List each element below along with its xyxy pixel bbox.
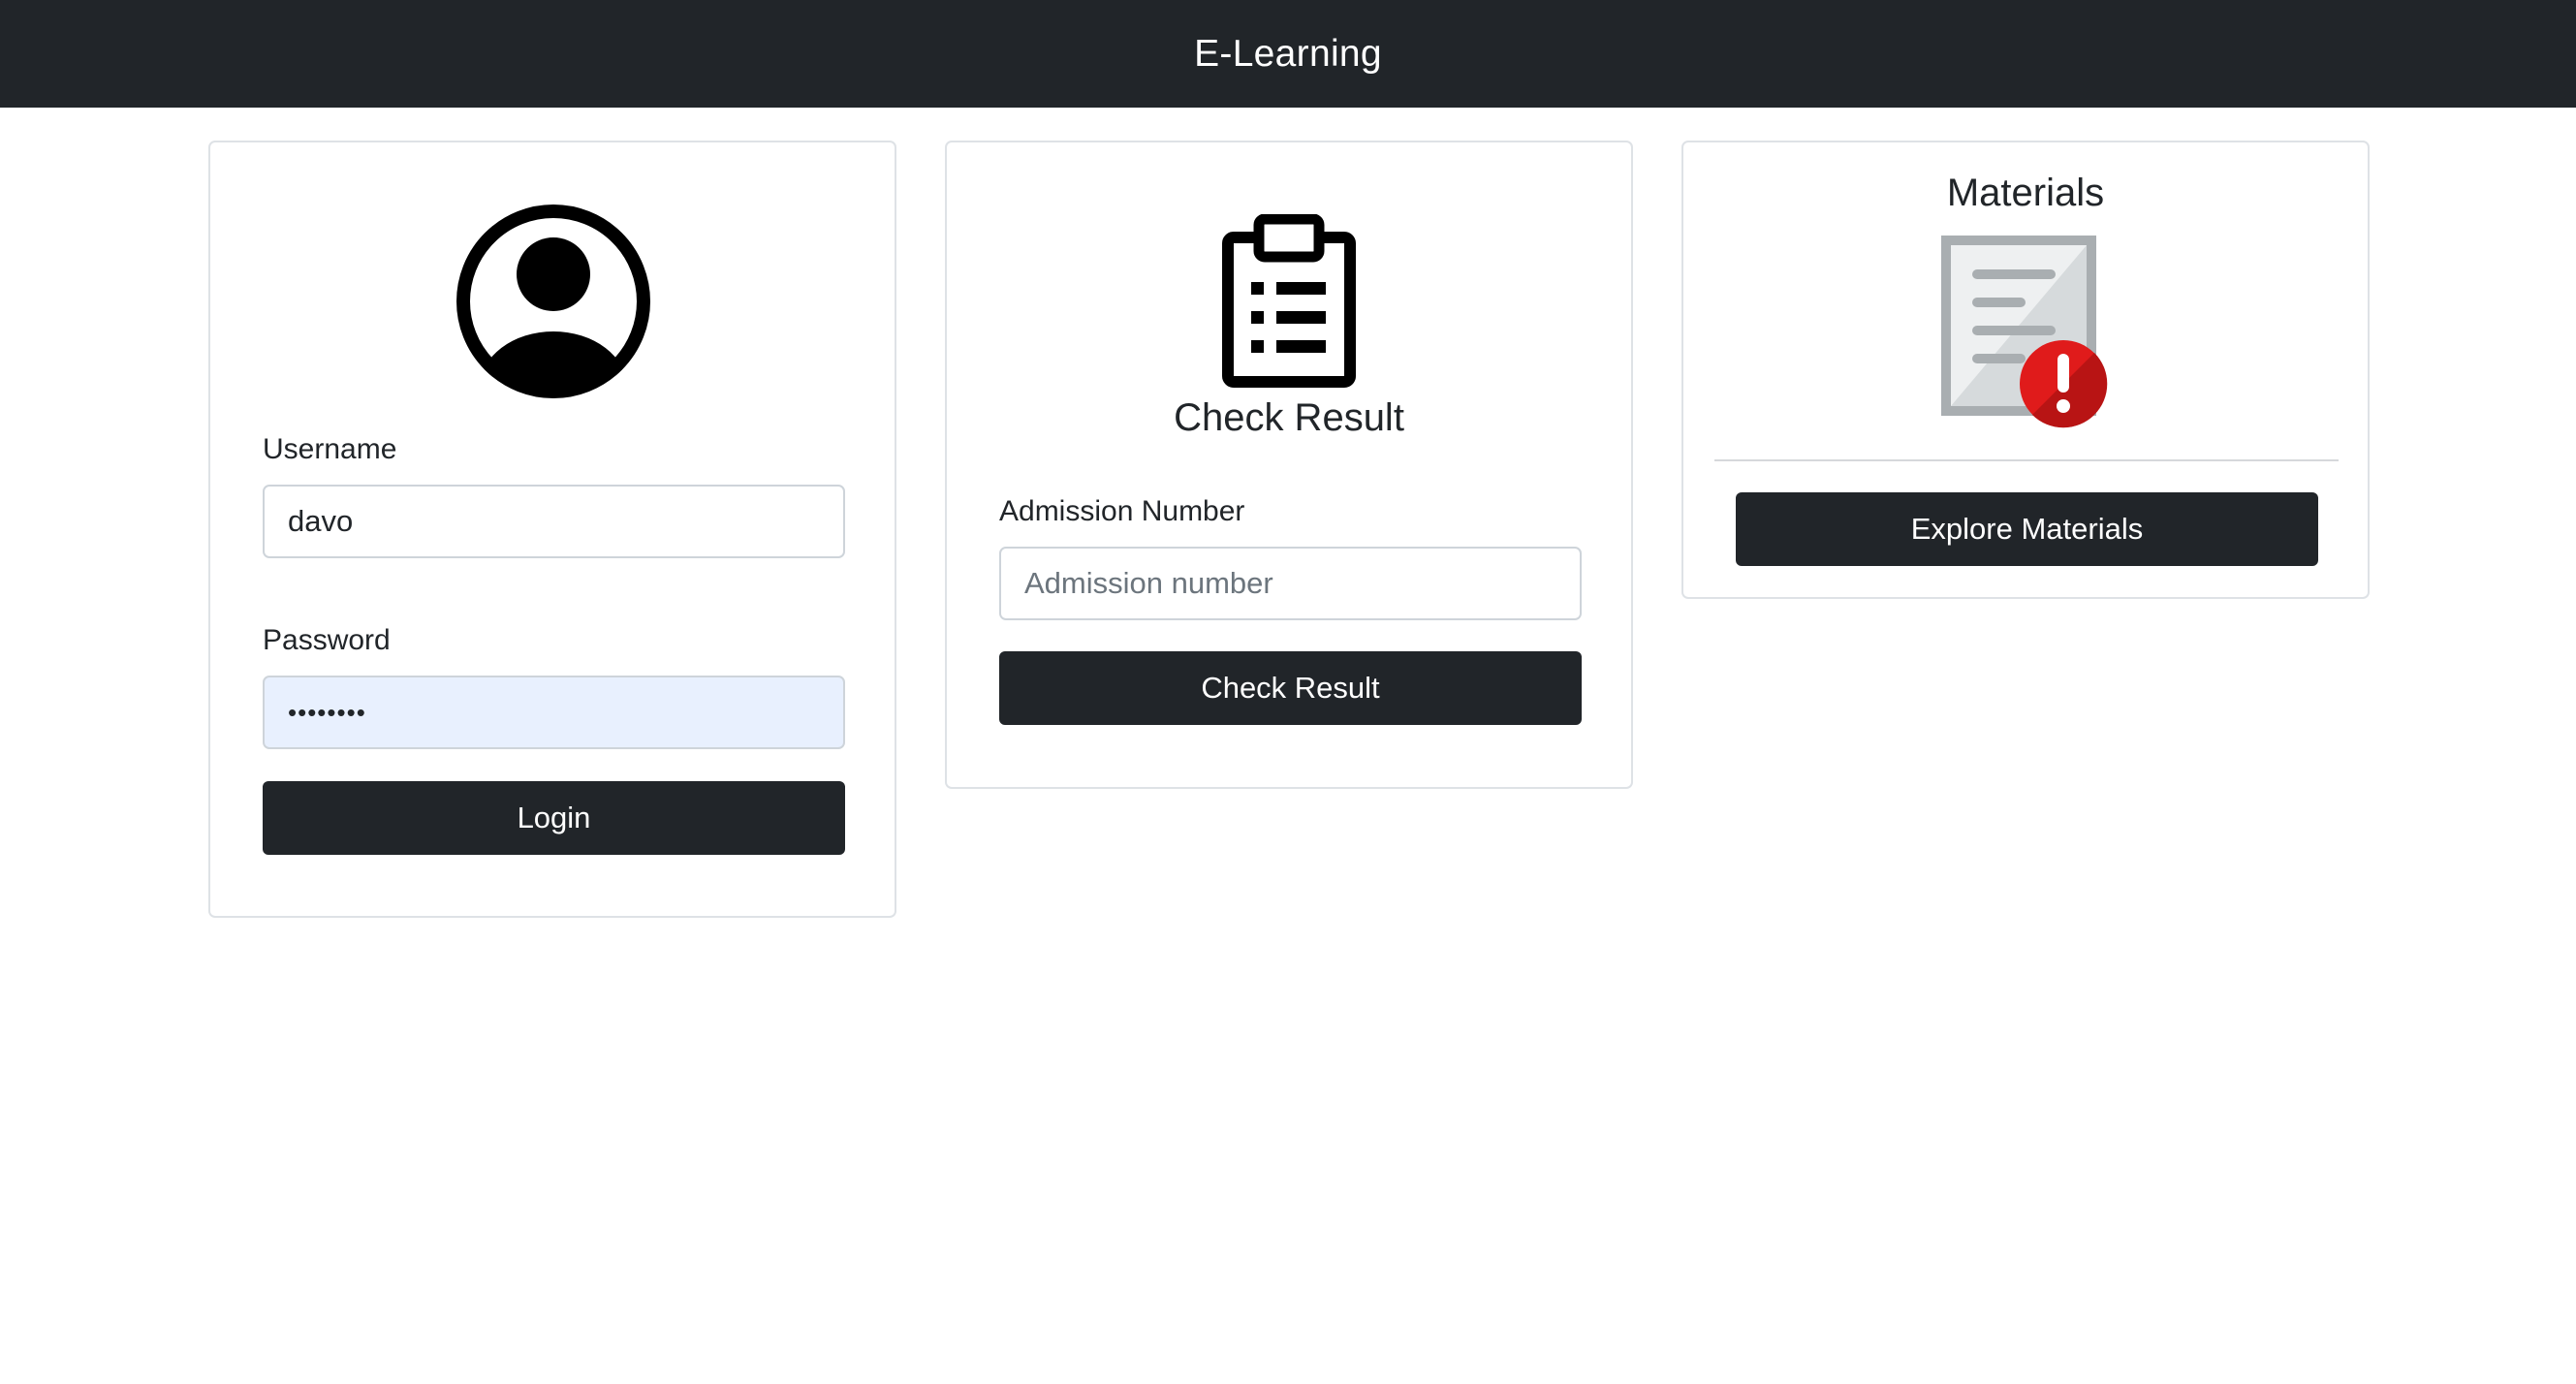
clipboard-list-icon bbox=[1222, 214, 1356, 388]
password-input[interactable] bbox=[263, 676, 845, 749]
user-circle-icon bbox=[456, 204, 650, 398]
materials-card: Materials Explore Materials bbox=[1681, 141, 2370, 599]
login-button[interactable]: Login bbox=[263, 781, 845, 855]
admission-number-input[interactable] bbox=[999, 547, 1582, 620]
admission-number-label: Admission Number bbox=[999, 495, 1245, 527]
brand-title[interactable]: E-Learning bbox=[1194, 33, 1382, 76]
top-navbar: E-Learning bbox=[0, 0, 2576, 108]
materials-divider bbox=[1714, 459, 2339, 461]
password-label: Password bbox=[263, 624, 391, 656]
document-alert-icon bbox=[1941, 236, 2108, 428]
username-input[interactable] bbox=[263, 485, 845, 558]
explore-materials-button[interactable]: Explore Materials bbox=[1736, 492, 2318, 566]
check-result-button[interactable]: Check Result bbox=[999, 651, 1582, 725]
username-label: Username bbox=[263, 433, 397, 465]
check-result-title: Check Result bbox=[1174, 396, 1404, 439]
login-card: Username Password Login bbox=[208, 141, 896, 918]
check-result-card: Check Result Admission Number Check Resu… bbox=[945, 141, 1633, 789]
materials-title: Materials bbox=[1946, 172, 2105, 214]
